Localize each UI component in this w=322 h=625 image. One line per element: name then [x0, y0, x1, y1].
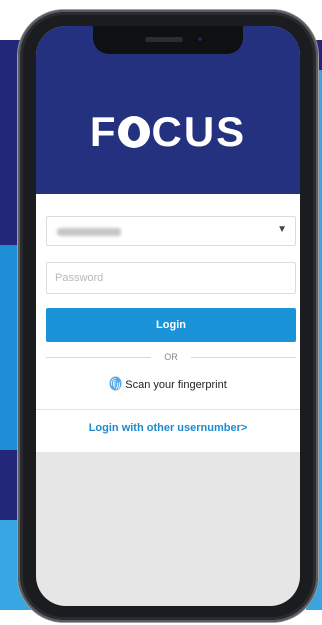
- login-card: ▼ Login OR Scan your fingerprint Login w…: [36, 194, 300, 452]
- divider-line: [191, 357, 296, 358]
- camera-icon: [196, 35, 204, 43]
- blurred-username: [57, 228, 121, 236]
- section-divider: [36, 409, 300, 410]
- or-divider: OR: [46, 352, 296, 362]
- password-field[interactable]: [46, 262, 296, 294]
- fingerprint-label: Scan your fingerprint: [125, 379, 227, 391]
- chevron-down-icon: ▼: [277, 224, 287, 235]
- logo-mark-icon: [118, 116, 151, 148]
- focus-logo: F CUS: [89, 108, 247, 155]
- fingerprint-icon: [109, 376, 122, 391]
- phone-frame: F CUS ▼ Login OR Scan your fingerprint L…: [18, 10, 318, 622]
- user-select[interactable]: ▼: [46, 216, 296, 246]
- login-button[interactable]: Login: [46, 308, 296, 342]
- other-usernumber-link[interactable]: Login with other usernumber>: [36, 422, 300, 434]
- fingerprint-login[interactable]: Scan your fingerprint: [36, 376, 300, 391]
- phone-notch: [93, 26, 243, 54]
- phone-screen: F CUS ▼ Login OR Scan your fingerprint L…: [36, 26, 300, 606]
- speaker-grille: [145, 37, 183, 42]
